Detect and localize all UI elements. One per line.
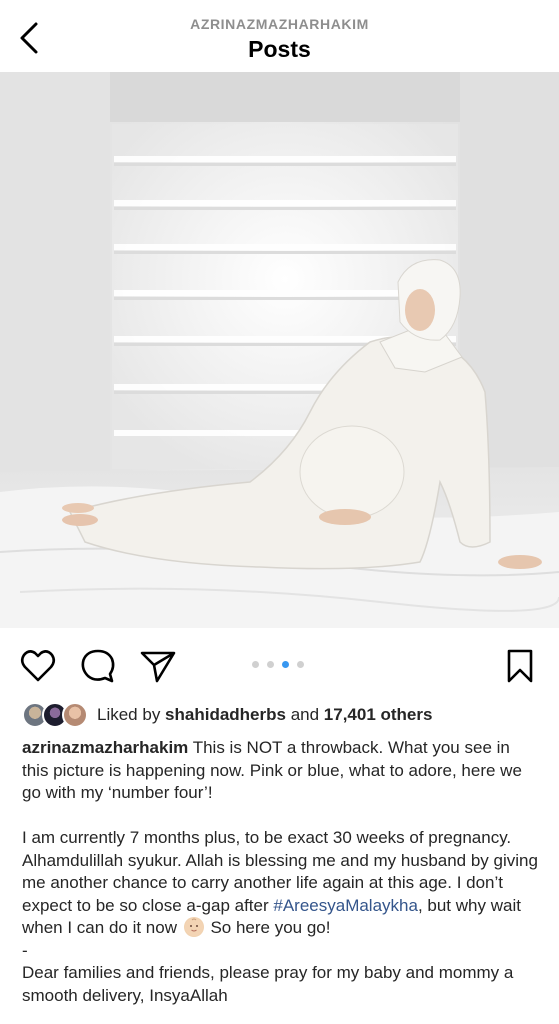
send-icon: [140, 651, 176, 683]
page-title: Posts: [248, 36, 311, 62]
post-actions: [0, 640, 559, 690]
carousel-dot: [252, 661, 259, 668]
liker-username[interactable]: shahidadherbs: [165, 705, 286, 724]
post-image: [0, 72, 559, 628]
likes-count[interactable]: 17,401 others: [324, 705, 433, 724]
header: AZRINAZMAZHARHAKIM Posts: [0, 0, 559, 72]
caption-paragraph-2: I am currently 7 months plus, to be exac…: [22, 827, 540, 940]
carousel-dot: [297, 661, 304, 668]
post-photo[interactable]: [0, 72, 559, 628]
header-username: AZRINAZMAZHARHAKIM: [190, 16, 369, 32]
caption-paragraph-3: Dear families and friends, please pray f…: [22, 963, 514, 1005]
comment-button[interactable]: [78, 646, 118, 686]
likes-middle: and: [285, 705, 324, 724]
post-caption: azrinazmazharhakim This is NOT a throwba…: [22, 737, 540, 1007]
heart-icon: [20, 650, 56, 682]
hashtag-link[interactable]: #AreesyaMalaykha: [273, 896, 418, 915]
caption-text: So here you go!: [205, 918, 331, 937]
carousel-dot-active: [282, 661, 289, 668]
like-button[interactable]: [18, 646, 58, 686]
caption-paragraph-1: azrinazmazharhakim This is NOT a throwba…: [22, 737, 540, 805]
bookmark-icon: [507, 649, 533, 683]
baby-emoji-icon: [183, 917, 204, 937]
likes-text: Liked by shahidadherbs and 17,401 others: [97, 705, 432, 725]
caption-username[interactable]: azrinazmazharhakim: [22, 738, 188, 757]
carousel-dot: [267, 661, 274, 668]
share-button[interactable]: [138, 646, 178, 686]
caption-dash: -: [22, 940, 28, 960]
comment-icon: [81, 649, 115, 683]
avatar: [62, 702, 88, 728]
likes-prefix: Liked by: [97, 705, 166, 724]
liker-avatars[interactable]: [22, 702, 92, 728]
likes-row: Liked by shahidadherbs and 17,401 others: [22, 702, 542, 730]
save-button[interactable]: [500, 646, 540, 686]
